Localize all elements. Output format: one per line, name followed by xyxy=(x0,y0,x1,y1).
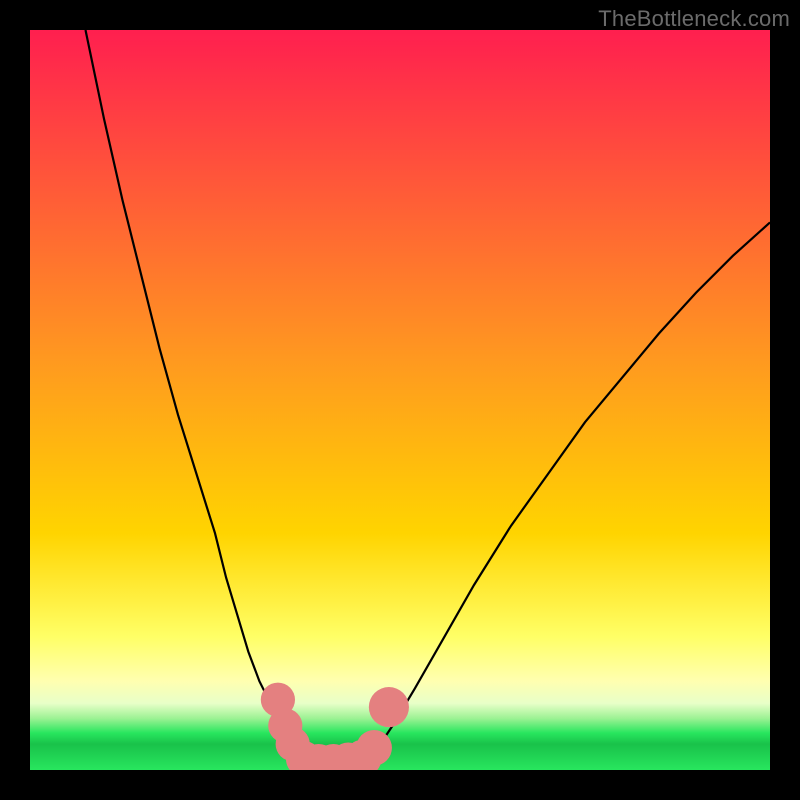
marker-point xyxy=(369,687,409,727)
watermark-text: TheBottleneck.com xyxy=(598,6,790,32)
marker-point xyxy=(356,730,392,766)
outer-frame: TheBottleneck.com xyxy=(0,0,800,800)
gradient-background xyxy=(30,30,770,770)
chart-plot-area xyxy=(30,30,770,770)
chart-svg xyxy=(30,30,770,770)
